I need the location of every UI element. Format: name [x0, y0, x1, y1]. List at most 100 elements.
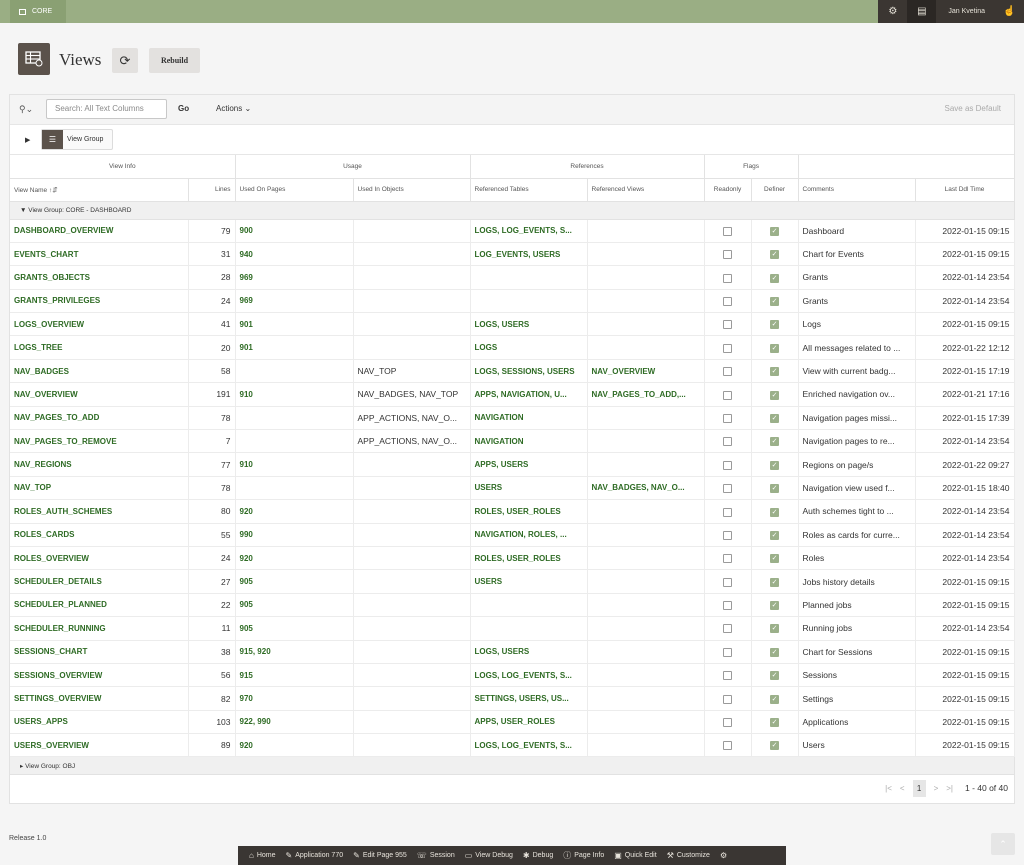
- view-name-link[interactable]: LOGS_TREE: [10, 335, 189, 360]
- control-break-label[interactable]: ▼ View Group: CORE - DASHBOARD: [10, 201, 1015, 220]
- referenced-tables-cell[interactable]: APPS, NAVIGATION, U...: [470, 382, 588, 407]
- referenced-views-cell[interactable]: [587, 546, 705, 571]
- used-on-pages-cell[interactable]: 915: [235, 663, 354, 688]
- logout-button[interactable]: ☝: [995, 0, 1024, 23]
- last-page-icon[interactable]: >|: [946, 784, 953, 793]
- view-name-link[interactable]: GRANTS_PRIVILEGES: [10, 289, 189, 314]
- search-column-selector[interactable]: ⚲⌄: [19, 104, 33, 115]
- view-name-link[interactable]: ROLES_AUTH_SCHEMES: [10, 499, 189, 524]
- referenced-tables-cell[interactable]: LOGS, USERS: [470, 640, 588, 664]
- referenced-views-cell[interactable]: [587, 499, 705, 524]
- col-used-on-pages[interactable]: Used On Pages: [235, 178, 354, 202]
- referenced-views-cell[interactable]: NAV_PAGES_TO_ADD,...: [587, 382, 705, 407]
- view-name-link[interactable]: NAV_PAGES_TO_ADD: [10, 406, 189, 431]
- referenced-views-cell[interactable]: [587, 312, 705, 337]
- view-name-link[interactable]: ROLES_CARDS: [10, 523, 189, 547]
- referenced-views-cell[interactable]: [587, 335, 705, 360]
- settings-gear-button[interactable]: ⚙: [878, 0, 908, 23]
- col-readonly[interactable]: Readonly: [704, 178, 752, 202]
- referenced-tables-cell[interactable]: APPS, USERS: [470, 452, 588, 477]
- referenced-tables-cell[interactable]: APPS, USER_ROLES: [470, 710, 588, 735]
- used-on-pages-cell[interactable]: 910: [235, 382, 354, 407]
- referenced-views-cell[interactable]: [587, 219, 705, 243]
- referenced-tables-cell[interactable]: [470, 265, 588, 290]
- view-group-button[interactable]: ☰ View Group: [41, 129, 113, 150]
- referenced-views-cell[interactable]: [587, 616, 705, 641]
- control-break-label[interactable]: ▸ View Group: OBJ: [10, 756, 1015, 776]
- used-on-pages-cell[interactable]: 920: [235, 546, 354, 571]
- used-on-pages-cell[interactable]: 969: [235, 289, 354, 314]
- referenced-views-cell[interactable]: [587, 242, 705, 267]
- used-on-pages-cell[interactable]: 905: [235, 616, 354, 641]
- view-name-link[interactable]: SCHEDULER_PLANNED: [10, 593, 189, 618]
- referenced-tables-cell[interactable]: NAVIGATION: [470, 429, 588, 454]
- col-referenced-views[interactable]: Referenced Views: [587, 178, 705, 202]
- referenced-views-cell[interactable]: [587, 289, 705, 314]
- view-name-link[interactable]: LOGS_OVERVIEW: [10, 312, 189, 337]
- used-on-pages-cell[interactable]: [235, 429, 354, 454]
- col-view-name[interactable]: View Name ↑⇵: [10, 178, 189, 202]
- search-input[interactable]: Search: All Text Columns: [46, 99, 167, 119]
- referenced-tables-cell[interactable]: USERS: [470, 569, 588, 594]
- save-as-default-button[interactable]: Save as Default: [945, 104, 1001, 113]
- app-home-link[interactable]: CORE: [10, 0, 66, 23]
- actions-menu-button[interactable]: Actions ⌄: [216, 104, 251, 113]
- used-on-pages-cell[interactable]: 900: [235, 219, 354, 243]
- devbar-item-home[interactable]: ⌂ Home: [244, 851, 281, 860]
- used-on-pages-cell[interactable]: 990: [235, 523, 354, 547]
- view-name-link[interactable]: SETTINGS_OVERVIEW: [10, 686, 189, 711]
- devbar-item-customize[interactable]: ⚒ Customize: [662, 851, 715, 860]
- referenced-views-cell[interactable]: [587, 265, 705, 290]
- view-name-link[interactable]: NAV_TOP: [10, 476, 189, 501]
- used-on-pages-cell[interactable]: 940: [235, 242, 354, 267]
- used-on-pages-cell[interactable]: 901: [235, 335, 354, 360]
- view-name-link[interactable]: USERS_OVERVIEW: [10, 733, 189, 758]
- view-name-link[interactable]: DASHBOARD_OVERVIEW: [10, 219, 189, 243]
- referenced-views-cell[interactable]: [587, 593, 705, 618]
- referenced-views-cell[interactable]: NAV_OVERVIEW: [587, 359, 705, 384]
- used-on-pages-cell[interactable]: 920: [235, 499, 354, 524]
- referenced-views-cell[interactable]: [587, 406, 705, 431]
- used-on-pages-cell[interactable]: 915, 920: [235, 640, 354, 664]
- view-name-link[interactable]: USERS_APPS: [10, 710, 189, 735]
- col-last-ddl-time[interactable]: Last Ddl Time: [915, 178, 1015, 202]
- referenced-views-cell[interactable]: [587, 452, 705, 477]
- referenced-tables-cell[interactable]: [470, 616, 588, 641]
- referenced-views-cell[interactable]: NAV_BADGES, NAV_O...: [587, 476, 705, 501]
- referenced-tables-cell[interactable]: USERS: [470, 476, 588, 501]
- current-page-button[interactable]: 1: [912, 779, 926, 797]
- col-lines[interactable]: Lines: [188, 178, 236, 202]
- used-on-pages-cell[interactable]: 910: [235, 452, 354, 477]
- referenced-tables-cell[interactable]: LOGS, USERS: [470, 312, 588, 337]
- view-name-link[interactable]: SCHEDULER_RUNNING: [10, 616, 189, 641]
- col-referenced-tables[interactable]: Referenced Tables: [470, 178, 588, 202]
- used-on-pages-cell[interactable]: 920: [235, 733, 354, 758]
- used-on-pages-cell[interactable]: [235, 359, 354, 384]
- devbar-item-edit-page-955[interactable]: ✎ Edit Page 955: [348, 851, 412, 860]
- devbar-item-page-info[interactable]: ⓘ Page Info: [558, 850, 609, 861]
- referenced-views-cell[interactable]: [587, 733, 705, 758]
- referenced-views-cell[interactable]: [587, 710, 705, 735]
- referenced-tables-cell[interactable]: LOG_EVENTS, USERS: [470, 242, 588, 267]
- col-definer[interactable]: Definer: [751, 178, 799, 202]
- used-on-pages-cell[interactable]: [235, 476, 354, 501]
- referenced-tables-cell[interactable]: [470, 593, 588, 618]
- referenced-tables-cell[interactable]: ROLES, USER_ROLES: [470, 546, 588, 571]
- view-name-link[interactable]: NAV_PAGES_TO_REMOVE: [10, 429, 189, 454]
- view-name-link[interactable]: GRANTS_OBJECTS: [10, 265, 189, 290]
- referenced-views-cell[interactable]: [587, 429, 705, 454]
- referenced-tables-cell[interactable]: LOGS, SESSIONS, USERS: [470, 359, 588, 384]
- view-name-link[interactable]: SCHEDULER_DETAILS: [10, 569, 189, 594]
- used-on-pages-cell[interactable]: [235, 406, 354, 431]
- view-name-link[interactable]: SESSIONS_OVERVIEW: [10, 663, 189, 688]
- view-name-link[interactable]: NAV_REGIONS: [10, 452, 189, 477]
- user-menu[interactable]: Jan Kvetina: [936, 0, 995, 23]
- devbar-item-view-debug[interactable]: ▭ View Debug: [460, 851, 518, 860]
- col-comments[interactable]: Comments: [798, 178, 916, 202]
- used-on-pages-cell[interactable]: 905: [235, 569, 354, 594]
- view-name-link[interactable]: EVENTS_CHART: [10, 242, 189, 267]
- view-name-link[interactable]: ROLES_OVERVIEW: [10, 546, 189, 571]
- view-name-link[interactable]: NAV_BADGES: [10, 359, 189, 384]
- previous-page-icon[interactable]: <: [900, 784, 905, 793]
- view-name-link[interactable]: SESSIONS_CHART: [10, 640, 189, 664]
